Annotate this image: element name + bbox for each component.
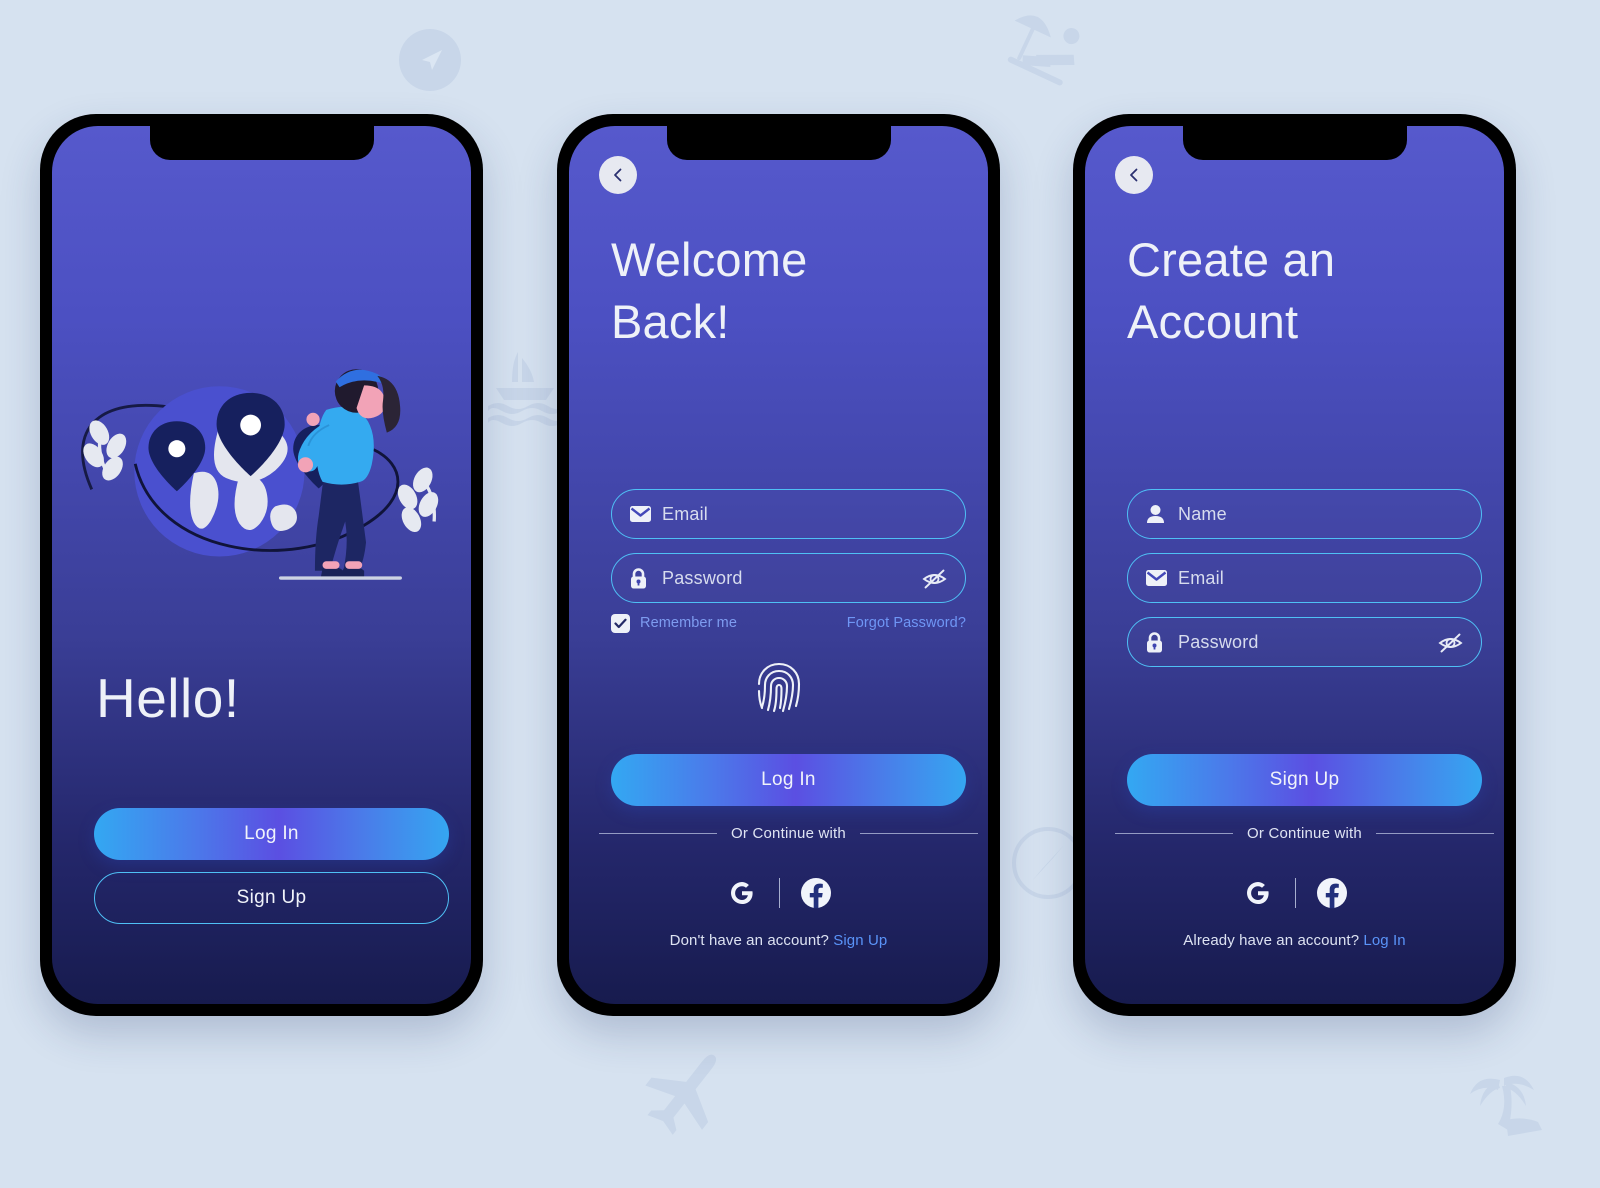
phone-signup: Create an Account Name Email Password Si… — [1073, 114, 1516, 1016]
back-button[interactable] — [1115, 156, 1153, 194]
name-field[interactable]: Name — [1127, 489, 1482, 539]
eye-off-icon[interactable] — [1438, 632, 1463, 653]
lock-icon — [630, 567, 652, 589]
page-title-line1: Create an — [1127, 233, 1336, 286]
phone-notch — [149, 126, 374, 160]
fingerprint-icon[interactable] — [754, 659, 804, 720]
or-continue-divider: Or Continue with — [599, 825, 979, 842]
footer-text: Don't have an account? — [669, 932, 834, 949]
email-placeholder: Email — [662, 503, 709, 524]
page-title: Create an Account — [1127, 229, 1335, 353]
eye-off-icon[interactable] — [922, 568, 947, 589]
social-separator — [1294, 878, 1297, 908]
screen-signup: Create an Account Name Email Password Si… — [1085, 126, 1504, 1004]
phone-notch — [666, 126, 891, 160]
envelope-icon — [1146, 570, 1168, 586]
phone-welcome: Hello! Log In Sign Up — [40, 114, 483, 1016]
or-continue-divider: Or Continue with — [1115, 825, 1495, 842]
divider-label: Or Continue with — [1247, 825, 1362, 842]
password-placeholder: Password — [1178, 631, 1259, 652]
facebook-icon[interactable] — [800, 877, 832, 909]
name-placeholder: Name — [1178, 503, 1227, 524]
email-field[interactable]: Email — [611, 489, 966, 539]
divider-line-right — [859, 833, 979, 834]
footer-signup-link[interactable]: Sign Up — [833, 932, 887, 949]
person-icon — [1146, 504, 1168, 524]
remember-me-label: Remember me — [640, 615, 737, 631]
footer-login-link[interactable]: Log In — [1363, 932, 1405, 949]
envelope-icon — [630, 506, 652, 522]
submit-login-button[interactable]: Log In — [611, 754, 966, 806]
facebook-icon[interactable] — [1316, 877, 1348, 909]
divider-line-left — [599, 833, 718, 834]
phone-notch — [1182, 126, 1407, 160]
submit-signup-button[interactable]: Sign Up — [1127, 754, 1482, 806]
page-title: Welcome Back! — [611, 229, 807, 353]
divider-label: Or Continue with — [731, 825, 846, 842]
screen-login: Welcome Back! Email Password Remember me… — [569, 126, 988, 1004]
signup-button[interactable]: Sign Up — [94, 872, 449, 924]
social-separator — [778, 878, 781, 908]
password-placeholder: Password — [662, 567, 743, 588]
social-login-row — [1085, 876, 1504, 910]
footer-login-prompt: Already have an account? Log In — [1085, 932, 1504, 949]
divider-line-left — [1115, 833, 1234, 834]
back-button[interactable] — [599, 156, 637, 194]
screen-welcome: Hello! Log In Sign Up — [52, 126, 471, 1004]
google-icon[interactable] — [725, 876, 759, 910]
chevron-left-icon — [614, 168, 622, 182]
google-icon[interactable] — [1241, 876, 1275, 910]
email-field[interactable]: Email — [1127, 553, 1482, 603]
chevron-left-icon — [1130, 168, 1138, 182]
footer-signup-prompt: Don't have an account? Sign Up — [569, 932, 988, 949]
email-placeholder: Email — [1178, 567, 1225, 588]
password-field[interactable]: Password — [611, 553, 966, 603]
footer-text: Already have an account? — [1183, 932, 1364, 949]
greeting-text: Hello! — [96, 667, 240, 729]
forgot-password-link[interactable]: Forgot Password? — [847, 615, 966, 631]
remember-me-checkbox[interactable] — [611, 613, 630, 633]
login-button[interactable]: Log In — [94, 808, 449, 860]
page-title-line2: Account — [1127, 295, 1299, 349]
remember-me-group[interactable]: Remember me — [611, 613, 737, 633]
travel-illustration — [81, 369, 439, 580]
lock-icon — [1146, 631, 1168, 653]
remember-forgot-row: Remember me Forgot Password? — [611, 612, 966, 634]
check-icon — [614, 618, 627, 628]
page-title-line1: Welcome — [611, 233, 808, 286]
page-title-line2: Back! — [611, 295, 730, 349]
divider-line-right — [1375, 833, 1495, 834]
social-login-row — [569, 876, 988, 910]
phone-login: Welcome Back! Email Password Remember me… — [557, 114, 1000, 1016]
password-field[interactable]: Password — [1127, 617, 1482, 667]
